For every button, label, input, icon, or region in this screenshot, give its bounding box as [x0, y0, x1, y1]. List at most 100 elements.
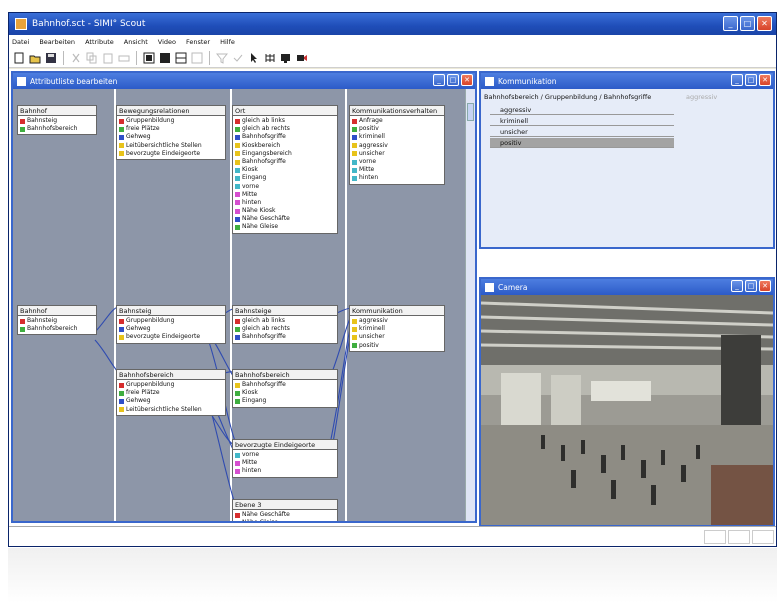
attribute-item[interactable]: positiv [352, 342, 442, 350]
attribute-item[interactable]: Nähe Geschäfte [235, 215, 335, 223]
attribute-box-bhb-bereich-ort[interactable]: Bahnhofsbereich Bahnhofsgriffe Kiosk Eingan… [232, 369, 338, 408]
attribute-item[interactable]: unsicher [352, 333, 442, 341]
attribute-item[interactable]: bevorzugte Eindeigeorte [119, 333, 223, 341]
maximize-button[interactable]: □ [740, 16, 755, 31]
attribute-box-bahnhof-top[interactable]: Bahnhof Bahnsteig Bahnhofsbereich [17, 105, 97, 136]
attribute-item[interactable]: gleich ab links [235, 117, 335, 125]
attribute-item[interactable]: Mitte [352, 166, 442, 174]
menu-hilfe[interactable]: Hilfe [220, 38, 235, 46]
attribute-item[interactable]: kriminell [352, 133, 442, 141]
maximize-button[interactable]: □ [745, 74, 757, 86]
attribute-item[interactable]: aggressiv [352, 317, 442, 325]
attribute-item[interactable]: Bahnhofsgriffe [235, 158, 335, 166]
menu-ansicht[interactable]: Ansicht [124, 38, 148, 46]
filter-icon[interactable] [215, 52, 229, 64]
minimize-button[interactable]: _ [723, 16, 738, 31]
attribute-item[interactable]: Bahnsteig [20, 317, 94, 325]
video-icon[interactable] [280, 52, 292, 64]
app-titlebar[interactable]: Bahnhof.sct - SIMI° Scout _ □ ✕ [9, 13, 776, 35]
paste-icon[interactable] [102, 52, 114, 64]
attribute-box-ebene3[interactable]: Ebene 3Nähe GeschäfteNähe Gleise [232, 499, 338, 521]
close-button[interactable]: ✕ [759, 280, 771, 292]
attribute-item[interactable]: hinten [352, 174, 442, 182]
scrollbar-thumb[interactable] [467, 103, 474, 121]
print-icon[interactable] [118, 52, 130, 64]
cut-icon[interactable] [70, 52, 82, 64]
view2-icon[interactable] [159, 52, 171, 64]
menu-fenster[interactable]: Fenster [186, 38, 210, 46]
attribute-item[interactable]: Bahnhofsgriffe [235, 333, 335, 341]
vertical-scrollbar[interactable] [465, 89, 475, 521]
attribute-box-bahnsteige[interactable]: Bahnsteige gleich ab links gleich ab recht… [232, 305, 338, 344]
check-icon[interactable] [232, 52, 244, 64]
attribute-list-titlebar[interactable]: Attributliste bearbeiten _ □ ✕ [13, 73, 475, 89]
attribute-item[interactable]: Leitübersichtliche Stellen [119, 142, 223, 150]
attribute-item[interactable]: unsicher [352, 150, 442, 158]
attribute-item[interactable]: Bahnhofsbereich [20, 325, 94, 333]
camera-titlebar[interactable]: Camera _ □ ✕ [481, 279, 773, 295]
attribute-item[interactable]: freie Plätze [119, 389, 223, 397]
attribute-item[interactable]: Gruppenbildung [119, 381, 223, 389]
attribute-box-ort[interactable]: Ort gleich ab links gleich ab rechts Bahnho… [232, 105, 338, 234]
view3-icon[interactable] [175, 52, 187, 64]
attribute-box-bahnsteig[interactable]: Bahnsteig Gruppenbildung Gehweg bevorzugte … [116, 305, 226, 344]
attribute-item[interactable]: Eingang [235, 397, 335, 405]
attribute-item[interactable]: Gehweg [119, 325, 223, 333]
attribute-box-komm-top[interactable]: Kommunikationsverhalten Anfrage positiv kri… [349, 105, 445, 185]
attribute-item[interactable]: hinten [235, 199, 335, 207]
save-icon[interactable] [45, 52, 57, 64]
attribute-item[interactable]: aggressiv [352, 142, 442, 150]
attribute-item[interactable]: Bahnhofsgriffe [235, 133, 335, 141]
attribute-item[interactable]: Nähe Gleise [235, 223, 335, 231]
attribute-item[interactable]: hinten [235, 467, 335, 475]
attribute-item[interactable]: positiv [352, 125, 442, 133]
view1-icon[interactable] [143, 52, 155, 64]
attribute-item[interactable]: Nähe Geschäfte [235, 511, 335, 519]
attribute-item[interactable]: Bahnhofsbereich [20, 125, 94, 133]
attribute-box-bahnhof-2[interactable]: Bahnhof Bahnsteig Bahnhofsbereich [17, 305, 97, 336]
attribute-item[interactable]: Anfrage [352, 117, 442, 125]
attribute-item[interactable]: Leitübersichtliche Stellen [119, 406, 223, 414]
open-icon[interactable] [29, 52, 41, 64]
grid-icon[interactable] [264, 52, 276, 64]
attribute-item[interactable]: Kiosk [235, 166, 335, 174]
attribute-item[interactable]: kriminell [352, 325, 442, 333]
attribute-item[interactable]: Gruppenbildung [119, 317, 223, 325]
attribute-item[interactable]: vorne [352, 158, 442, 166]
maximize-button[interactable]: □ [745, 280, 757, 292]
option-aggressiv[interactable]: aggressiv [490, 105, 674, 115]
attribute-box-bewegung[interactable]: Bewegungsrelationen Gruppenbildung freie P… [116, 105, 226, 160]
attribute-item[interactable]: Nähe Kiosk [235, 207, 335, 215]
attribute-item[interactable]: Gehweg [119, 397, 223, 405]
new-icon[interactable] [13, 52, 25, 64]
kommunikation-titlebar[interactable]: Kommunikation _ □ ✕ [481, 73, 773, 89]
attribute-item[interactable]: gleich ab links [235, 317, 335, 325]
menu-video[interactable]: Video [158, 38, 176, 46]
attribute-item[interactable]: Nähe Gleise [235, 519, 335, 521]
menu-bearbeiten[interactable]: Bearbeiten [39, 38, 75, 46]
attribute-item[interactable]: Mitte [235, 459, 335, 467]
attribute-item[interactable]: Bahnsteig [20, 117, 94, 125]
attribute-item[interactable]: gleich ab rechts [235, 125, 335, 133]
attribute-item[interactable]: Mitte [235, 191, 335, 199]
camera-video-view[interactable] [481, 295, 773, 525]
copy-icon[interactable] [86, 52, 98, 64]
camera-icon[interactable] [296, 52, 308, 64]
minimize-button[interactable]: _ [731, 280, 743, 292]
attribute-box-kommunikation[interactable]: Kommunikation aggressiv kriminell unsicher p… [349, 305, 445, 352]
attribute-item[interactable]: Eingangsbereich [235, 150, 335, 158]
attribute-item[interactable]: Kioskbereich [235, 142, 335, 150]
attribute-item[interactable]: gleich ab rechts [235, 325, 335, 333]
pointer-icon[interactable] [248, 52, 260, 64]
attribute-item[interactable]: vorne [235, 451, 335, 459]
attribute-item[interactable]: bevorzugte Eindeigeorte [119, 150, 223, 158]
minimize-button[interactable]: _ [731, 74, 743, 86]
close-button[interactable]: ✕ [757, 16, 772, 31]
attribute-item[interactable]: Gruppenbildung [119, 117, 223, 125]
attribute-item[interactable]: Bahnhofsgriffe [235, 381, 335, 389]
attribute-box-bev-eindeige[interactable]: bevorzugte Eindeigeorte vorne Mitte hinten [232, 439, 338, 478]
option-unsicher[interactable]: unsicher [490, 127, 674, 137]
attribute-item[interactable]: Eingang [235, 174, 335, 182]
menu-attribute[interactable]: Attribute [85, 38, 114, 46]
view4-icon[interactable] [191, 52, 203, 64]
